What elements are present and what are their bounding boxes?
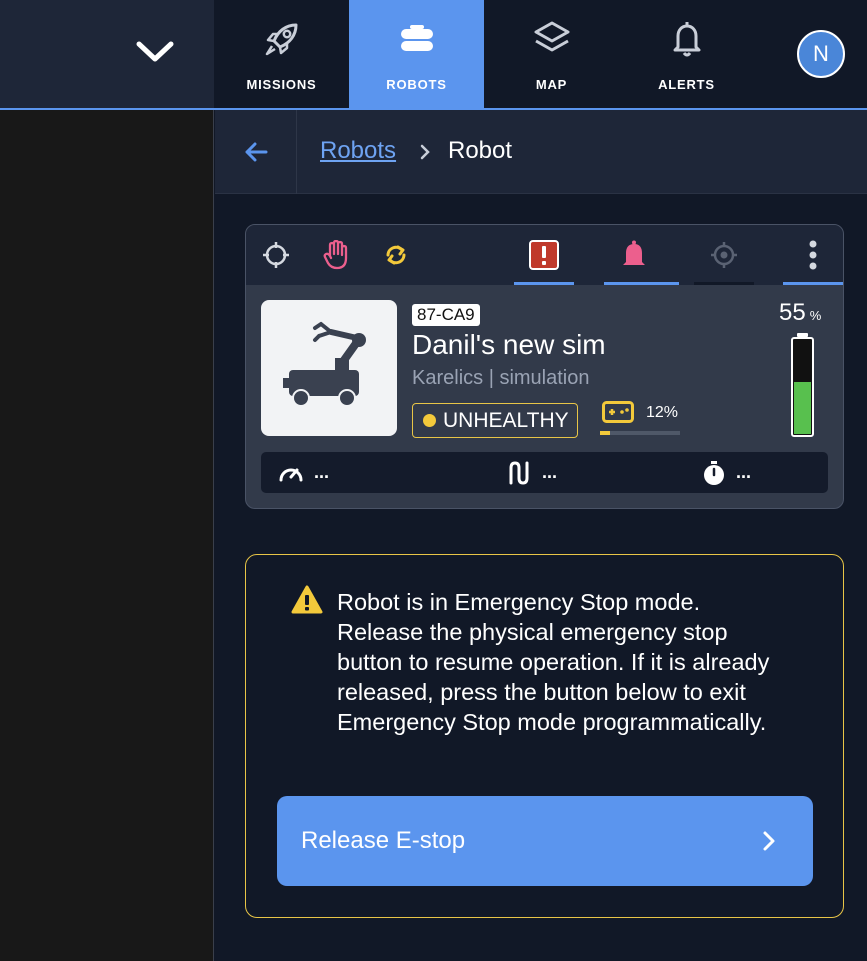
- robot-subtitle: Karelics | simulation: [412, 367, 590, 389]
- tab-map[interactable]: MAP: [484, 0, 619, 108]
- robot-card-toolbar: [246, 225, 843, 285]
- status-dot: [423, 414, 436, 427]
- sync-icon: [386, 245, 406, 265]
- health-status-badge: UNHEALTHY: [412, 403, 578, 438]
- rocket-icon: [262, 18, 302, 60]
- emergency-icon: [529, 240, 559, 270]
- tab-missions-label: MISSIONS: [246, 77, 317, 92]
- robot-id-badge: 87-CA9: [412, 304, 480, 326]
- speedometer-icon: [279, 468, 303, 481]
- sync-button[interactable]: [366, 225, 426, 285]
- health-status-label: UNHEALTHY: [443, 408, 569, 432]
- route-icon: [509, 460, 529, 485]
- estop-status-button[interactable]: [514, 225, 574, 285]
- back-button[interactable]: [215, 110, 297, 194]
- battery-value: 55: [779, 299, 806, 326]
- battery-fill: [794, 382, 811, 434]
- top-navigation: MISSIONS ROBOTS MAP ALERTS N: [0, 0, 867, 110]
- alerts-button[interactable]: [604, 225, 679, 285]
- target-icon: [711, 242, 737, 268]
- tab-underline: [514, 282, 574, 285]
- speed-value: ...: [314, 462, 330, 482]
- tab-underline: [694, 282, 754, 285]
- breadcrumb-current: Robot: [448, 137, 513, 164]
- user-avatar[interactable]: N: [797, 30, 845, 78]
- control-level-bar: [600, 431, 680, 435]
- more-options-button[interactable]: [783, 225, 843, 285]
- warning-icon: [291, 585, 323, 614]
- control-level-fill: [600, 431, 610, 435]
- emergency-stop-button[interactable]: [306, 225, 366, 285]
- release-estop-button[interactable]: Release E-stop: [277, 796, 813, 886]
- speed-stat: ...: [278, 452, 329, 493]
- tab-robots[interactable]: ROBOTS: [349, 0, 484, 108]
- tab-robots-label: ROBOTS: [386, 77, 447, 92]
- distance-value: ...: [542, 462, 558, 482]
- tab-underline: [783, 282, 843, 285]
- tab-map-label: MAP: [535, 77, 568, 92]
- estop-message: Robot is in Emergency Stop mode. Release…: [337, 589, 770, 735]
- release-estop-label: Release E-stop: [301, 827, 466, 854]
- hand-stop-icon: [323, 240, 348, 270]
- chevron-down-icon: [136, 41, 174, 62]
- left-panel: [0, 110, 214, 961]
- chevron-right-icon: [420, 144, 430, 160]
- robot-stats-bar: ... ... ...: [261, 452, 828, 493]
- battery-percentage: 55%: [779, 299, 821, 327]
- robot-arm-vehicle-icon: [283, 322, 366, 407]
- arrow-left-icon: [245, 142, 267, 162]
- crosshair-icon: [263, 242, 289, 268]
- stopwatch-icon: [704, 460, 724, 485]
- collapse-toggle-button[interactable]: [130, 30, 180, 74]
- bell-icon: [623, 240, 645, 265]
- control-percent: 12%: [646, 404, 679, 421]
- target-button[interactable]: [694, 225, 754, 285]
- distance-stat: ...: [506, 452, 557, 493]
- breadcrumb: Robots Robot: [215, 110, 867, 194]
- battery-icon: [791, 337, 814, 437]
- time-stat: ...: [702, 452, 751, 493]
- tab-alerts[interactable]: ALERTS: [619, 0, 754, 108]
- more-vertical-icon: [809, 240, 817, 270]
- bell-icon: [667, 18, 707, 60]
- estop-alert-panel: Robot is in Emergency Stop mode. Release…: [245, 554, 844, 918]
- robot-name: Danil's new sim: [412, 329, 606, 360]
- robot-image: [261, 300, 397, 436]
- localize-button[interactable]: [246, 225, 306, 285]
- breadcrumb-robots-link[interactable]: Robots: [320, 137, 396, 165]
- tab-underline: [604, 282, 679, 285]
- sidebar-header: [0, 0, 214, 108]
- tab-missions[interactable]: MISSIONS: [214, 0, 349, 108]
- robot-card: 87-CA9 Danil's new sim Karelics | simula…: [245, 224, 844, 509]
- gamepad-icon: [602, 401, 634, 423]
- tab-alerts-label: ALERTS: [658, 77, 715, 92]
- battery-unit: %: [809, 308, 822, 323]
- time-value: ...: [736, 462, 752, 482]
- robot-icon: [397, 18, 437, 60]
- layers-icon: [532, 18, 572, 60]
- chevron-right-icon: [763, 831, 775, 851]
